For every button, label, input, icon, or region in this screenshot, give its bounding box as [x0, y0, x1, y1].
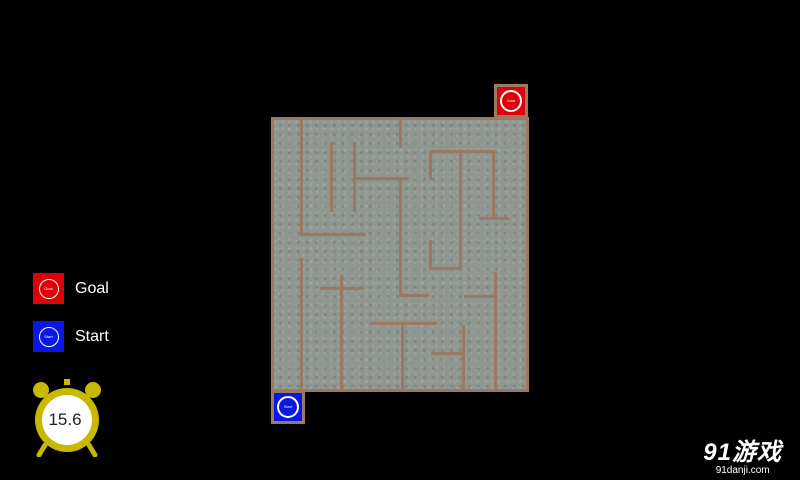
maze-wall — [431, 352, 465, 355]
legend-goal-badge: Goal — [44, 286, 53, 291]
legend-start-swatch: Start — [33, 321, 64, 352]
start-tile[interactable]: Start — [271, 390, 305, 424]
maze-wall — [494, 272, 497, 392]
legend-goal-label: Goal — [75, 279, 109, 297]
maze-wall — [479, 217, 509, 220]
legend-start-badge: Start — [44, 334, 53, 339]
maze-wall — [399, 120, 402, 148]
legend-goal-ring-icon: Goal — [38, 278, 59, 299]
maze-wall — [462, 325, 465, 392]
start-ring-icon: Start — [277, 396, 299, 418]
maze-wall — [401, 322, 404, 392]
maze-wall — [320, 287, 364, 290]
watermark-logo-text: 91游戏 — [703, 439, 782, 466]
watermark-logo: 91游戏 91danji.com — [703, 432, 782, 476]
legend-goal: Goal Goal — [33, 273, 109, 304]
maze-wall — [399, 294, 429, 297]
maze-wall — [429, 267, 462, 270]
maze-wall — [330, 142, 333, 212]
maze-wall — [399, 177, 402, 297]
goal-ring-icon: Goal — [500, 90, 522, 112]
start-badge-text: Start — [283, 404, 293, 409]
maze-wall — [300, 258, 303, 392]
maze-wall — [459, 150, 462, 270]
goal-tile: Goal — [494, 84, 528, 118]
maze-wall — [464, 295, 496, 298]
legend-start-ring-icon: Start — [38, 326, 59, 347]
maze-wall — [340, 275, 343, 392]
legend-start: Start Start — [33, 321, 109, 352]
maze-wall — [300, 120, 303, 236]
legend-start-label: Start — [75, 327, 109, 345]
legend-goal-swatch: Goal — [33, 273, 64, 304]
maze-wall — [300, 233, 366, 236]
maze-wall — [492, 150, 495, 220]
maze-wall — [371, 322, 437, 325]
maze-wall — [429, 150, 432, 180]
goal-badge-text: Goal — [506, 98, 516, 103]
timer-value: 15.6 — [48, 410, 82, 429]
maze-wall — [429, 150, 495, 153]
maze-board[interactable] — [271, 117, 529, 392]
maze-wall — [429, 240, 432, 270]
